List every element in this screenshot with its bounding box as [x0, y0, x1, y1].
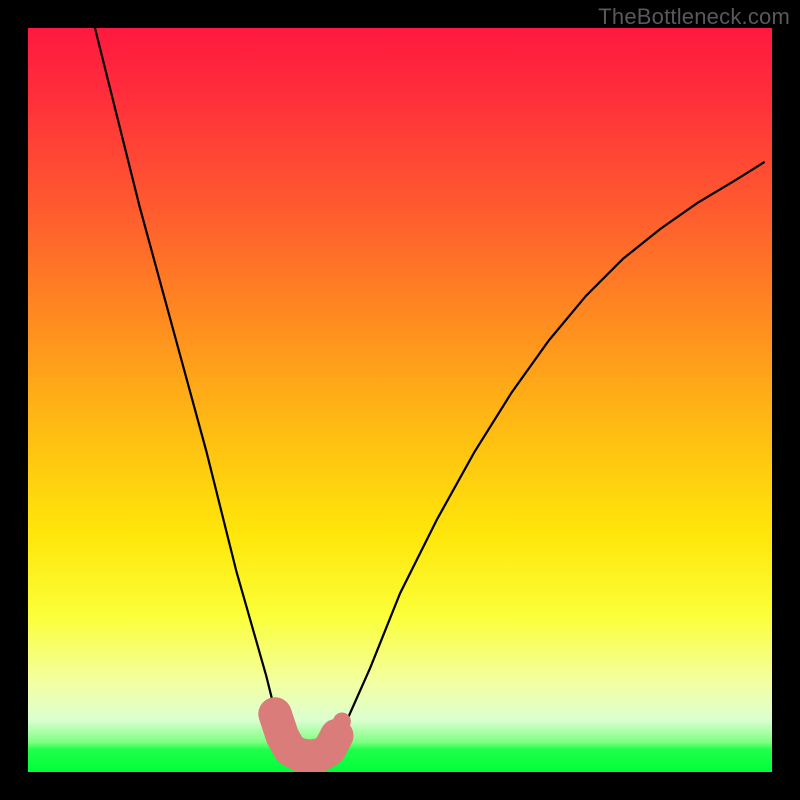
- chart-container: TheBottleneck.com: [0, 0, 800, 800]
- marker-dot: [333, 712, 351, 730]
- curve-layer: [28, 28, 772, 772]
- bottleneck-curve: [95, 28, 765, 757]
- watermark-text: TheBottleneck.com: [598, 4, 790, 30]
- valley-highlight: [275, 714, 337, 756]
- plot-area: [28, 28, 772, 772]
